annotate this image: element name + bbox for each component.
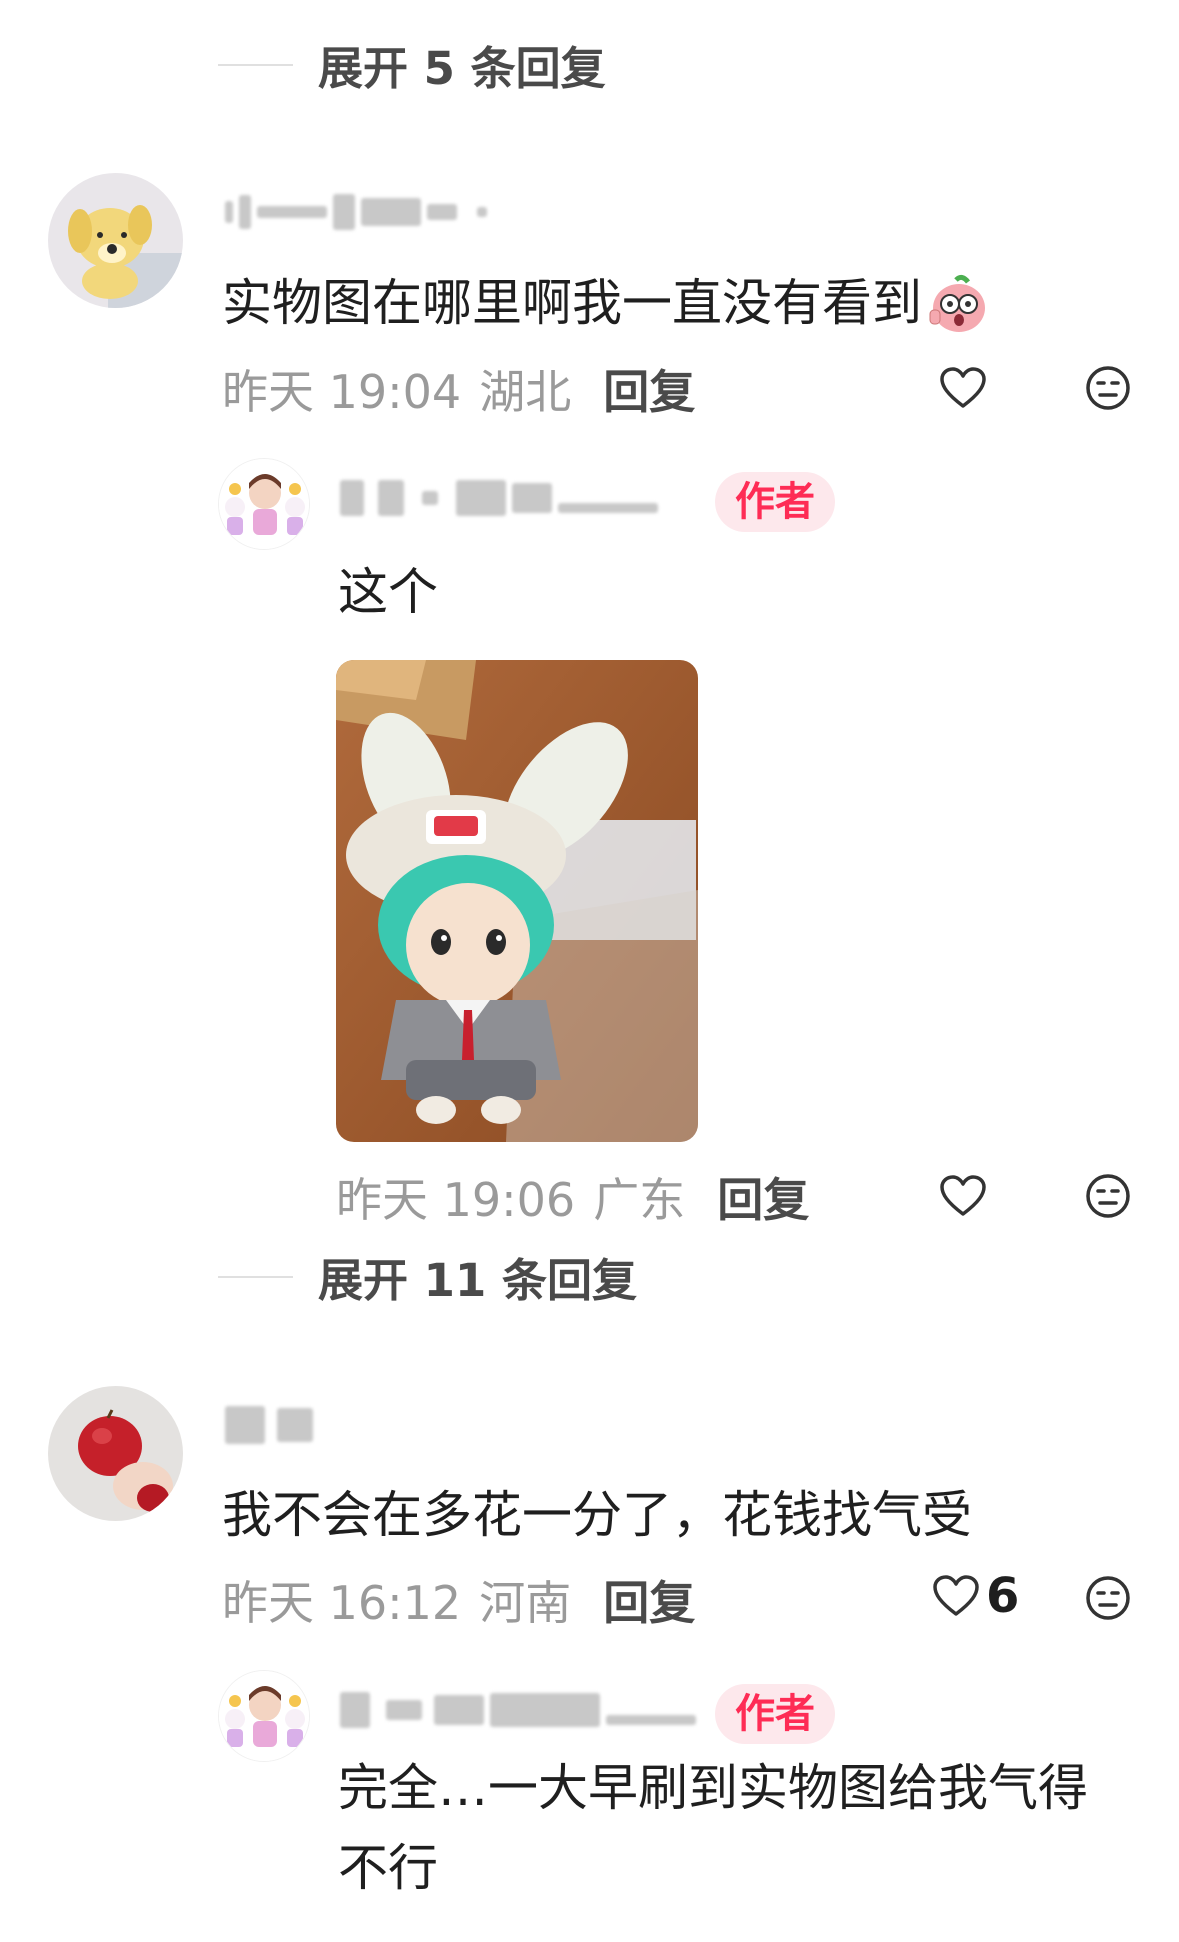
- avatar-author[interactable]: [218, 1670, 310, 1762]
- expand-replies-button[interactable]: 展开 11 条回复: [318, 1244, 637, 1309]
- author-badge: 作者: [715, 472, 835, 532]
- reply-button[interactable]: 回复: [603, 1567, 695, 1633]
- dislike-face-icon[interactable]: [1082, 1170, 1134, 1222]
- comment-time: 昨天 19:04: [222, 365, 462, 419]
- reply-photo-plush-doll[interactable]: [336, 660, 698, 1142]
- avatar-apple[interactable]: [48, 1386, 183, 1521]
- expand-replies-button[interactable]: 展开 5 条回复: [318, 32, 606, 97]
- comment-text: 实物图在哪里啊我一直没有看到: [222, 274, 922, 332]
- comment-location: 河南: [479, 1576, 572, 1630]
- avatar-author[interactable]: [218, 458, 310, 550]
- surprised-cartoon-emoji-icon: [926, 270, 992, 336]
- author-username-blurred[interactable]: [340, 1690, 696, 1730]
- reply-text-line-1: 完全…一大早刷到实物图给我气得: [338, 1759, 1088, 1817]
- author-username-blurred[interactable]: [340, 478, 658, 518]
- reply-button[interactable]: 回复: [603, 356, 695, 422]
- like-count: 6: [986, 1568, 1020, 1624]
- reply-text-line-2: 不行: [338, 1839, 438, 1897]
- comment-time: 昨天 16:12: [222, 1576, 462, 1630]
- heart-icon[interactable]: [937, 362, 989, 414]
- username-blurred[interactable]: [225, 1405, 313, 1445]
- reply-text: 这个: [338, 563, 438, 621]
- expand-replies-row-2[interactable]: 展开 11 条回复: [218, 1244, 637, 1309]
- dislike-face-icon[interactable]: [1082, 1572, 1134, 1624]
- heart-icon[interactable]: [937, 1170, 989, 1222]
- expand-divider: [218, 63, 293, 66]
- reply-location: 广东: [593, 1173, 686, 1227]
- like-button[interactable]: 6: [932, 1568, 1019, 1624]
- dislike-face-icon[interactable]: [1082, 362, 1134, 414]
- expand-replies-row-1[interactable]: 展开 5 条回复: [218, 32, 606, 97]
- expand-divider: [218, 1275, 293, 1278]
- avatar-dog[interactable]: [48, 173, 183, 308]
- comment-location: 湖北: [479, 365, 572, 419]
- heart-icon: [932, 1574, 980, 1618]
- comment-text: 我不会在多花一分了，花钱找气受: [222, 1486, 972, 1544]
- username-blurred[interactable]: [225, 192, 487, 232]
- author-badge: 作者: [715, 1684, 835, 1744]
- reply-time: 昨天 19:06: [336, 1173, 576, 1227]
- reply-button[interactable]: 回复: [717, 1164, 809, 1230]
